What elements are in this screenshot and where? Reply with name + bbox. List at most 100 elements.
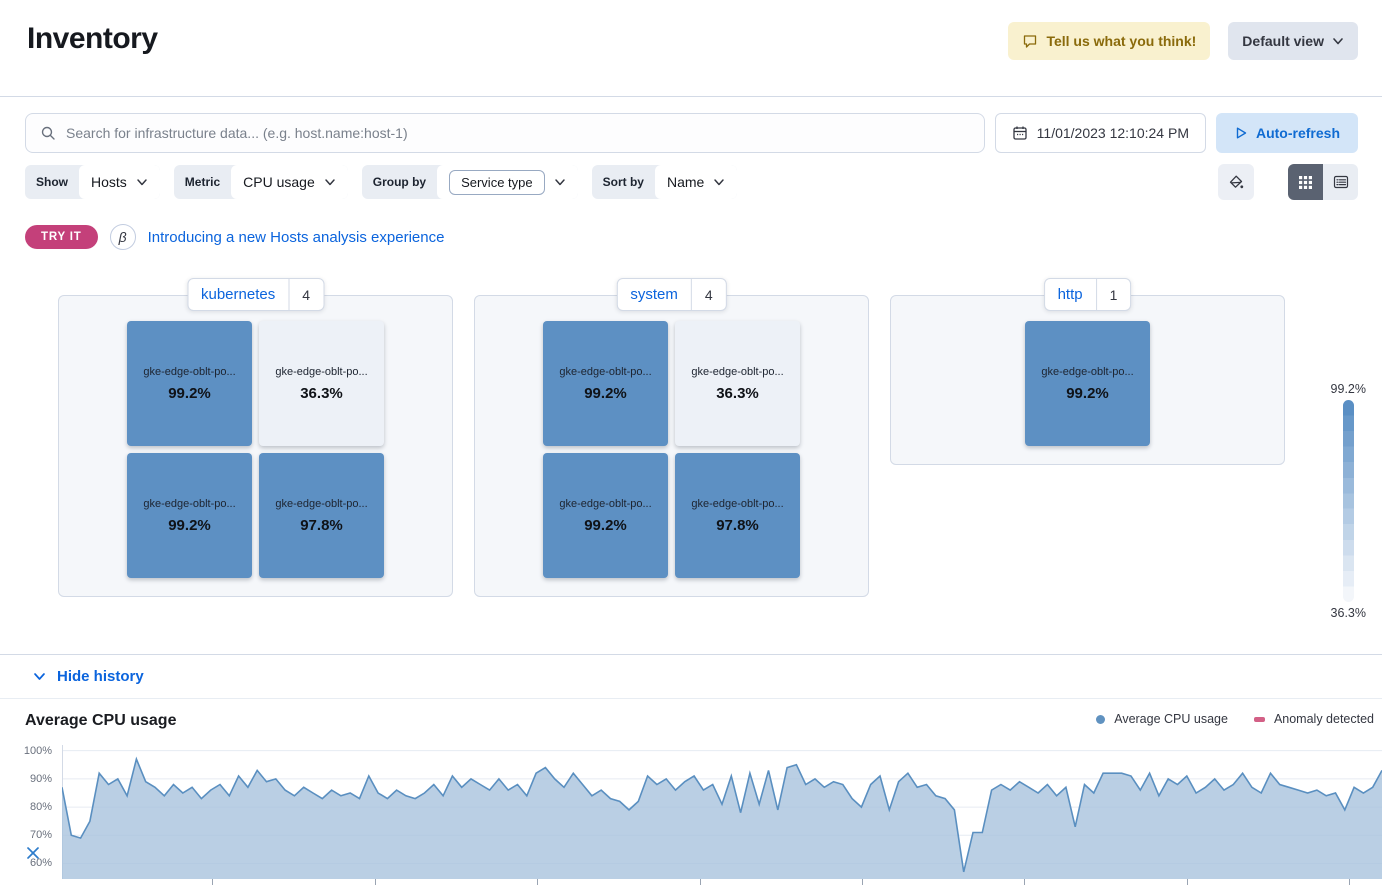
datetime-value: 11/01/2023 12:10:24 PM: [1037, 125, 1189, 141]
fill-color-button[interactable]: [1218, 164, 1254, 200]
filter-group-by[interactable]: Group by Service type: [362, 165, 578, 199]
host-tile[interactable]: gke-edge-oblt-po...99.2%: [1025, 321, 1150, 446]
tile-grid: gke-edge-oblt-po... 99.2% gke-edge-oblt-po…: [127, 321, 384, 578]
host-name: gke-edge-oblt-po...: [275, 366, 367, 378]
x-axis-tick: [1024, 879, 1025, 885]
chevron-down-icon: [1332, 35, 1344, 47]
host-tile[interactable]: gke-edge-oblt-po... 97.8%: [259, 453, 384, 578]
hide-history-label: Hide history: [57, 668, 144, 685]
y-axis-tick-label: 70%: [0, 829, 52, 841]
host-tile[interactable]: gke-edge-oblt-po... 97.8%: [675, 453, 800, 578]
x-axis-tick: [375, 879, 376, 885]
host-metric-value: 97.8%: [716, 517, 759, 534]
group-system: system4gke-edge-oblt-po...99.2%gke-edge-…: [474, 278, 869, 597]
date-picker-button[interactable]: 11/01/2023 12:10:24 PM: [995, 113, 1206, 153]
x-axis-tick: [862, 879, 863, 885]
chevron-down-icon: [32, 669, 47, 684]
host-name: gke-edge-oblt-po...: [691, 366, 783, 378]
grid-view-button[interactable]: [1288, 164, 1323, 200]
feedback-button[interactable]: Tell us what you think!: [1008, 22, 1210, 60]
filter-label: Group by: [362, 165, 437, 199]
feedback-label: Tell us what you think!: [1046, 33, 1196, 49]
scale-legend: 99.2% 36.3%: [1331, 382, 1366, 620]
host-tile[interactable]: gke-edge-oblt-po... 36.3%: [259, 321, 384, 446]
host-name: gke-edge-oblt-po...: [143, 498, 235, 510]
view-selector-button[interactable]: Default view: [1228, 22, 1358, 60]
host-name: gke-edge-oblt-po...: [559, 366, 651, 378]
table-view-button[interactable]: [1323, 164, 1358, 200]
filter-value-dropdown[interactable]: Hosts: [79, 165, 160, 199]
host-metric-value: 99.2%: [584, 385, 627, 402]
filter-value-dropdown[interactable]: Name: [655, 165, 737, 199]
host-metric-value: 36.3%: [300, 385, 343, 402]
filter-show[interactable]: Show Hosts: [25, 165, 160, 199]
grid-icon: [1298, 175, 1313, 190]
host-tile[interactable]: gke-edge-oblt-po...99.2%: [543, 453, 668, 578]
page-title: Inventory: [27, 22, 158, 56]
host-tile[interactable]: gke-edge-oblt-po...36.3%: [675, 321, 800, 446]
chart-legend: Average CPU usage Anomaly detected: [1096, 712, 1374, 726]
view-mode-toggle: [1288, 164, 1358, 200]
host-name: gke-edge-oblt-po...: [143, 366, 235, 378]
search-input[interactable]: [66, 125, 970, 141]
legend-label: Anomaly detected: [1274, 712, 1374, 726]
tile-grid: gke-edge-oblt-po... 99.2% gke-edge-oblt-po…: [543, 321, 800, 578]
chevron-down-icon: [136, 176, 148, 188]
host-tile[interactable]: gke-edge-oblt-po... 99.2%: [543, 321, 668, 446]
chevron-down-icon: [554, 176, 566, 188]
chevron-down-icon: [324, 176, 336, 188]
scale-min-label: 36.3%: [1331, 606, 1366, 620]
hide-history-toggle[interactable]: Hide history: [0, 654, 1382, 699]
calendar-icon: [1012, 125, 1028, 141]
speech-bubble-icon: [1022, 33, 1038, 49]
hosts-analysis-link[interactable]: Introducing a new Hosts analysis experie…: [148, 229, 445, 246]
host-metric-value: 97.8%: [300, 517, 343, 534]
cpu-usage-chart: 100%90%80%70%60%: [0, 745, 1382, 887]
header-actions: Tell us what you think! Default view: [1008, 22, 1358, 60]
filter-value-dropdown[interactable]: Service type: [437, 165, 578, 199]
filter-metric[interactable]: MetricCPU usage: [174, 165, 348, 199]
groups-row: kubernetes4gke-edge-oblt-po...99.2%gke-e…: [58, 278, 1382, 597]
chart-plot-area[interactable]: [62, 745, 1382, 879]
legend-label: Average CPU usage: [1114, 712, 1228, 726]
group-header: http1: [1044, 278, 1132, 311]
cpu-area-chart-svg: [62, 745, 1382, 879]
legend-item-average-cpu-usage[interactable]: Average CPU usage: [1096, 712, 1228, 726]
group-name-link[interactable]: system: [617, 286, 691, 303]
y-axis-tick-label: 80%: [0, 801, 52, 813]
filter-value-dropdown[interactable]: CPU usage: [231, 165, 348, 199]
host-name: gke-edge-oblt-po...: [275, 498, 367, 510]
filter-selected-value: Hosts: [91, 174, 127, 190]
page-header: Inventory Tell us what you think! Defaul…: [0, 0, 1382, 97]
paint-bucket-icon: [1228, 174, 1245, 191]
host-metric-value: 99.2%: [168, 385, 211, 402]
group-header: system4: [616, 278, 726, 311]
group-name-link[interactable]: kubernetes: [188, 286, 288, 303]
group-http: http1 gke-edge-oblt-po...99.2%: [890, 278, 1285, 465]
auto-refresh-button[interactable]: Auto-refresh: [1216, 113, 1358, 153]
x-axis-tick: [537, 879, 538, 885]
group-name-link[interactable]: http: [1045, 286, 1096, 303]
filter-sort-by[interactable]: Sort byName: [592, 165, 738, 199]
host-tile[interactable]: gke-edge-oblt-po... 99.2%: [127, 321, 252, 446]
y-axis-tick-label: 60%: [0, 857, 52, 869]
try-it-badge[interactable]: TRY IT: [25, 225, 98, 249]
group-count: 4: [289, 287, 323, 303]
group-header: kubernetes4: [187, 278, 324, 311]
x-axis-tick: [700, 879, 701, 885]
legend-item-anomaly-detected[interactable]: Anomaly detected: [1254, 712, 1374, 726]
host-tile[interactable]: gke-edge-oblt-po...99.2%: [127, 453, 252, 578]
groups-section: kubernetes4gke-edge-oblt-po...99.2%gke-e…: [0, 278, 1382, 614]
filter-selected-value: Service type: [449, 170, 545, 195]
host-name: gke-edge-oblt-po...: [691, 498, 783, 510]
host-name: gke-edge-oblt-po...: [559, 498, 651, 510]
group-count: 1: [1097, 287, 1131, 303]
filter-label: Show: [25, 165, 79, 199]
toolbar: 11/01/2023 12:10:24 PM Auto-refresh: [25, 113, 1358, 153]
group-kubernetes: kubernetes4gke-edge-oblt-po...99.2%gke-e…: [58, 278, 453, 597]
scale-max-label: 99.2%: [1331, 382, 1366, 396]
group-panel: gke-edge-oblt-po... 99.2% gke-edge-oblt-po…: [474, 295, 869, 597]
beta-banner: TRY IT β Introducing a new Hosts analysi…: [25, 224, 1358, 250]
scale-gradient-bar: [1343, 400, 1354, 602]
x-axis-tick: [1349, 879, 1350, 885]
